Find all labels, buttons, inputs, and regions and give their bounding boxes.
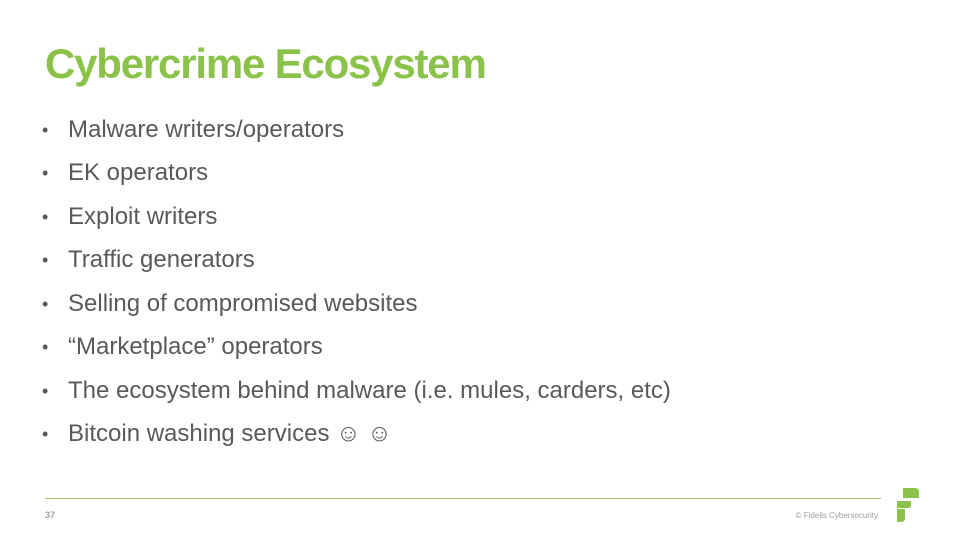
bullet-list: • Malware writers/operators • EK operators… <box>42 108 671 456</box>
bullet-icon: • <box>42 424 49 445</box>
bullet-icon: • <box>42 250 49 271</box>
bullet-text: Bitcoin washing services ☺ ☺ <box>68 420 392 448</box>
bullet-text: EK operators <box>68 159 209 187</box>
bullet-item: • Malware writers/operators <box>42 108 671 152</box>
bullet-icon: • <box>42 119 49 140</box>
bullet-item: • Exploit writers <box>42 195 671 239</box>
bullet-text: Exploit writers <box>68 202 218 230</box>
fidelis-logo-icon <box>897 488 919 522</box>
bullet-item: • EK operators <box>42 152 671 196</box>
bullet-icon: • <box>42 337 49 358</box>
bullet-item: • Bitcoin washing services ☺ ☺ <box>42 413 671 457</box>
bullet-item: • “Marketplace” operators <box>42 326 671 370</box>
bullet-text: “Marketplace” operators <box>68 333 323 361</box>
bullet-text: Traffic generators <box>68 246 255 274</box>
bullet-text: Malware writers/operators <box>68 115 345 143</box>
copyright-text: © Fidelis Cybersecurity <box>795 511 878 520</box>
bullet-text: Selling of compromised websites <box>68 289 418 317</box>
bullet-item: • Selling of compromised websites <box>42 282 671 326</box>
bullet-icon: • <box>42 163 49 184</box>
bullet-icon: • <box>42 206 49 227</box>
bullet-icon: • <box>42 293 49 314</box>
slide-title: Cybercrime Ecosystem <box>45 40 487 87</box>
page-number: 37 <box>45 510 56 520</box>
bullet-item: • The ecosystem behind malware (i.e. mule… <box>42 369 671 413</box>
bullet-icon: • <box>42 380 49 401</box>
footer-divider <box>45 498 881 499</box>
bullet-item: • Traffic generators <box>42 239 671 283</box>
bullet-text: The ecosystem behind malware (i.e. mules… <box>68 376 671 404</box>
